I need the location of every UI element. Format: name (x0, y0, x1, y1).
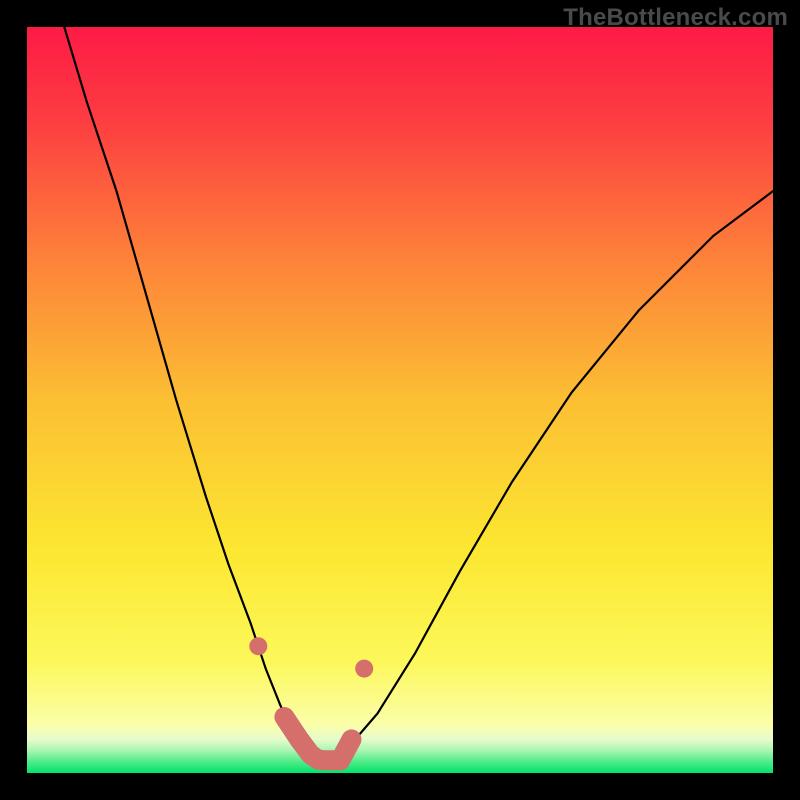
marker-dot (249, 637, 267, 655)
gradient-background (27, 27, 773, 773)
marker-dot (355, 660, 373, 678)
chart-frame: TheBottleneck.com (0, 0, 800, 800)
bottleneck-plot (27, 27, 773, 773)
plot-svg (27, 27, 773, 773)
watermark-text: TheBottleneck.com (563, 4, 788, 32)
